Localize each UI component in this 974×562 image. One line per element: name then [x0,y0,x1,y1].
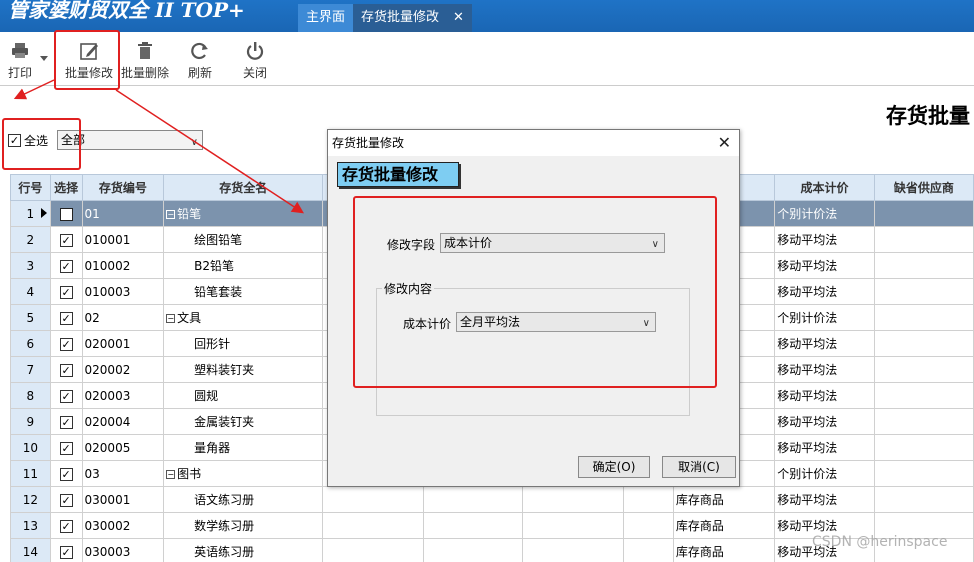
arrow-to-print [13,79,55,100]
arrow-to-dialog [115,89,305,214]
cancel-button[interactable]: 取消(C) [662,456,736,478]
dialog-banner: 存货批量修改 [337,162,459,187]
ok-button[interactable]: 确定(O) [578,456,650,478]
watermark: CSDN @herinspace [812,534,948,550]
dialog-title: 存货批量修改 [332,136,405,150]
close-icon[interactable]: ✕ [718,130,731,156]
dialog-titlebar: 存货批量修改 ✕ [328,130,739,156]
annotation-box-dialog-fields [353,196,717,388]
